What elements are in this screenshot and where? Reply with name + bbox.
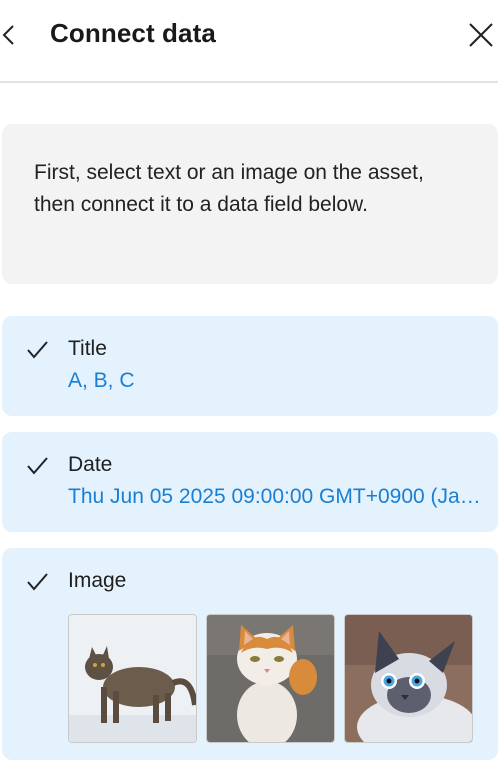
orange-white-cat-image [207, 615, 334, 742]
data-field-image[interactable]: Image [2, 548, 498, 760]
page-title: Connect data [50, 18, 216, 48]
image-thumbnail[interactable] [68, 614, 197, 743]
field-value: A, B, C [68, 369, 135, 392]
field-name: Title [68, 337, 107, 360]
panel-header: Connect data [0, 0, 498, 83]
siamese-cat-image [345, 615, 472, 742]
close-button[interactable] [466, 20, 496, 50]
back-button[interactable] [0, 20, 22, 50]
image-thumbnail[interactable] [206, 614, 335, 743]
image-thumbnail[interactable] [344, 614, 473, 743]
check-icon [27, 457, 48, 475]
tabby-cat-image [69, 615, 196, 742]
check-icon [27, 573, 48, 591]
field-value: Thu Jun 05 2025 09:00:00 GMT+0900 (Japan… [68, 485, 490, 508]
close-icon [469, 23, 493, 47]
check-icon [27, 341, 48, 359]
chevron-left-icon [2, 25, 14, 45]
data-field-title[interactable]: Title A, B, C [2, 316, 498, 416]
field-name: Image [68, 569, 127, 592]
field-name: Date [68, 453, 113, 476]
image-thumbnails [68, 614, 473, 743]
data-field-date[interactable]: Date Thu Jun 05 2025 09:00:00 GMT+0900 (… [2, 432, 498, 532]
instructions-panel: First, select text or an image on the as… [2, 124, 498, 284]
instructions-text: First, select text or an image on the as… [34, 161, 424, 216]
